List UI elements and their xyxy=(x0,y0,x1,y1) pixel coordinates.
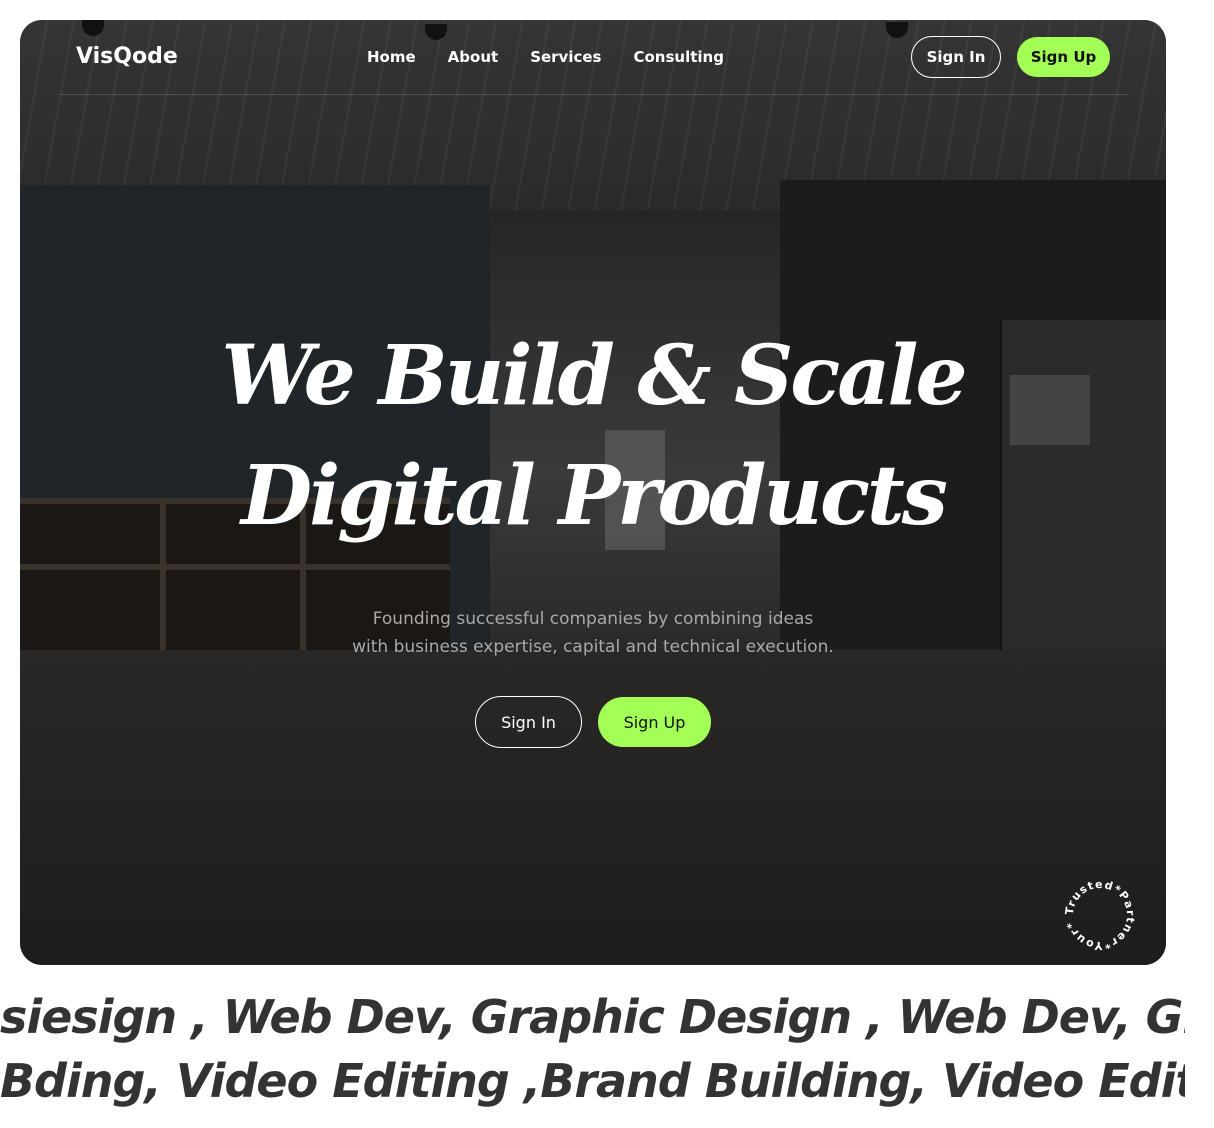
nav-item-about[interactable]: About xyxy=(448,48,499,66)
hero-signin-button[interactable]: Sign In xyxy=(475,696,582,748)
nav-item-consulting[interactable]: Consulting xyxy=(633,48,723,66)
services-marquee-line-1: siesign , Web Dev, Graphic Design , Web … xyxy=(0,990,1185,1044)
nav-signin-button[interactable]: Sign In xyxy=(911,36,1001,78)
trusted-partner-badge: Trusted*Partner*Your* xyxy=(1063,878,1137,952)
nav-signup-button[interactable]: Sign Up xyxy=(1017,37,1110,77)
nav-item-home[interactable]: Home xyxy=(367,48,416,66)
badge-text: Trusted*Partner*Your* xyxy=(1063,878,1137,952)
hero-headline-line-1: We Build & Scale xyxy=(221,328,967,424)
nav-menu: Home About Services Consulting xyxy=(367,48,756,66)
hero-signup-button[interactable]: Sign Up xyxy=(598,697,711,747)
badge-text-path: Trusted*Partner*Your* xyxy=(1063,878,1136,952)
hero-background-floor xyxy=(20,650,1166,965)
nav-divider xyxy=(60,94,1128,95)
nav-item-services[interactable]: Services xyxy=(530,48,601,66)
hero-subtitle-line-1: Founding successful companies by combini… xyxy=(372,609,814,629)
site-logo[interactable]: VisQode xyxy=(76,44,178,69)
hero-headline-line-2: Digital Products xyxy=(241,448,948,544)
hero-subtitle-line-2: with business expertise, capital and tec… xyxy=(352,637,834,657)
services-marquee-line-2: Bding, Video Editing ,Brand Building, Vi… xyxy=(0,1054,1185,1108)
top-navbar: VisQode Home About Services Consulting S… xyxy=(20,20,1166,95)
